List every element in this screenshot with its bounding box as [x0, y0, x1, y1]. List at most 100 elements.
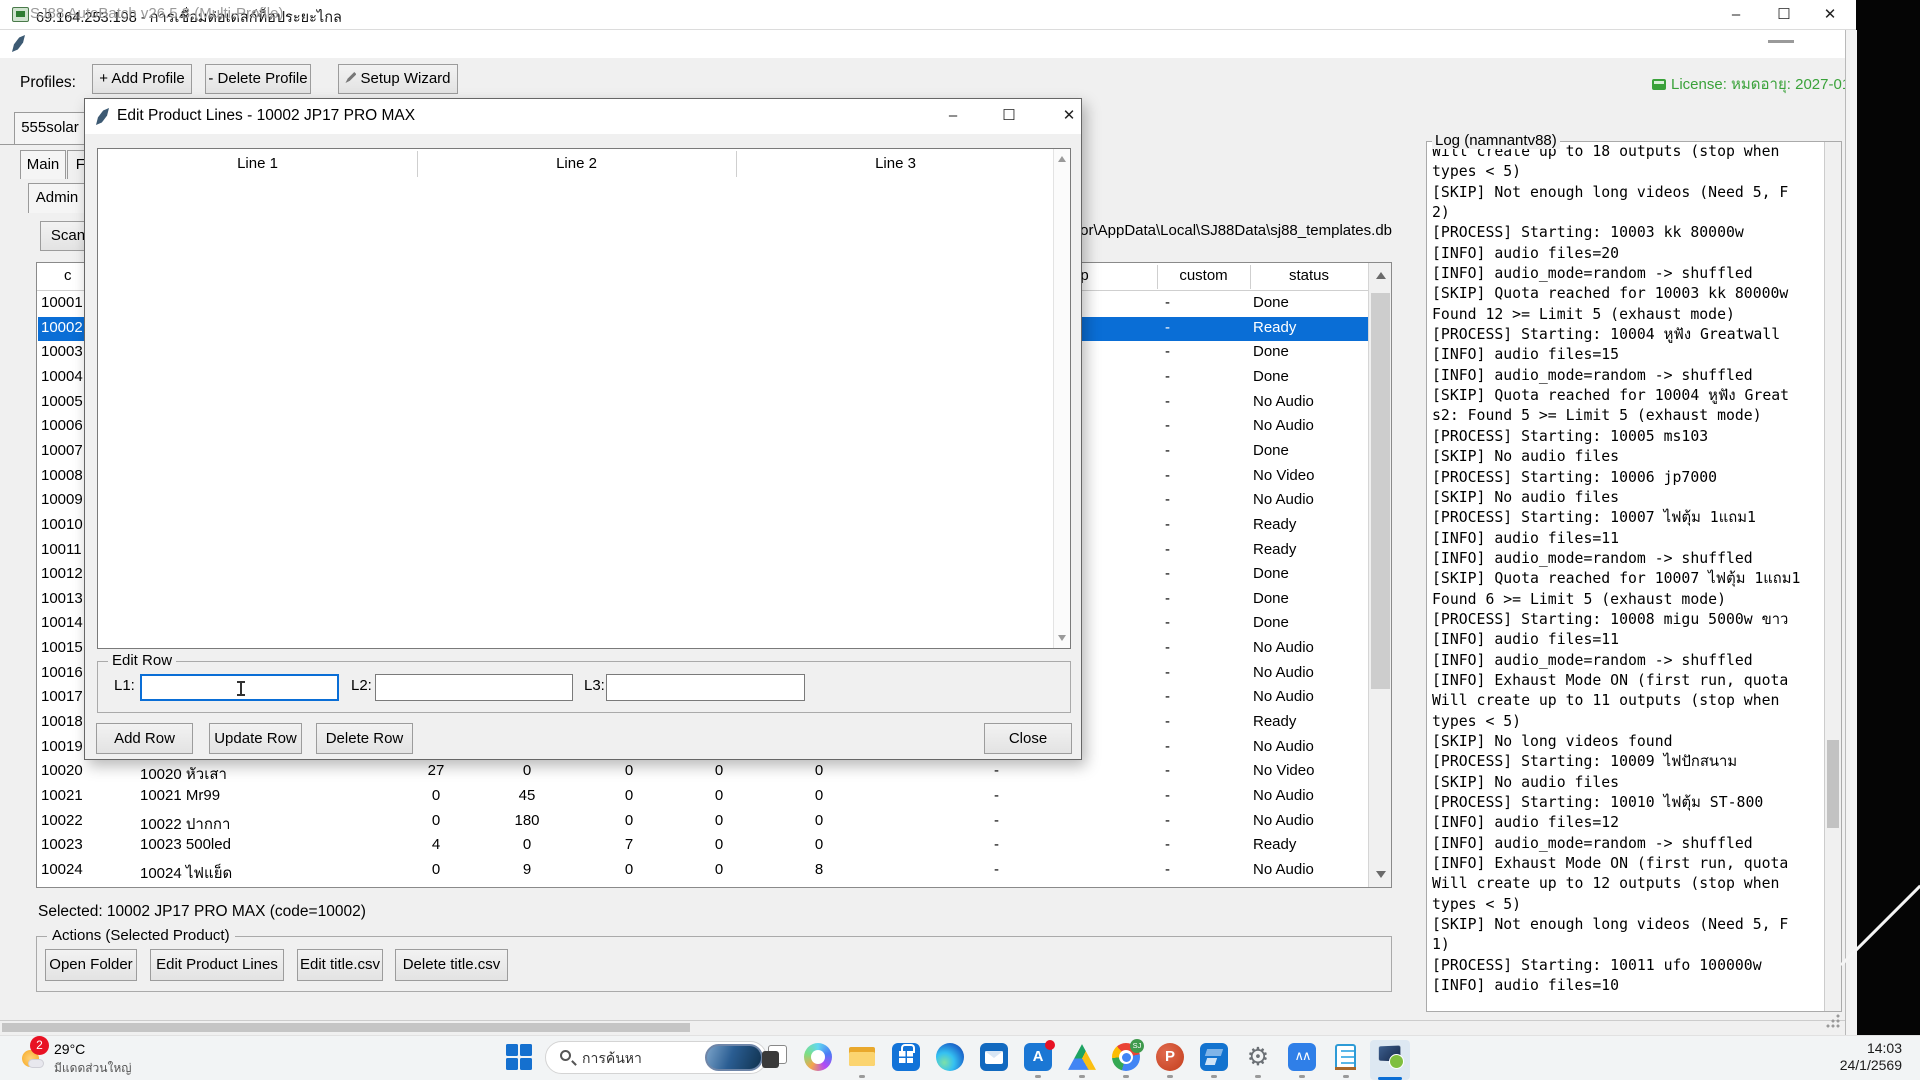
cell-code: 10024 [41, 861, 83, 878]
cell-c5: 8 [779, 861, 859, 878]
table-row[interactable]: 1002210022 ปากกา0180000--No Audio [38, 810, 1368, 835]
dialog-maximize-button[interactable]: ☐ [987, 99, 1031, 133]
l1-input[interactable] [140, 674, 339, 701]
delete-row-button[interactable]: Delete Row [316, 723, 413, 754]
settings-icon[interactable]: ⚙ [1244, 1043, 1272, 1078]
running-indicator [1035, 1075, 1041, 1078]
weather-widget[interactable]: 2 29°C มีแดดส่วนใหญ่ [14, 1038, 189, 1079]
log-line: [SKIP] No audio files [1427, 773, 1824, 793]
m365-icon[interactable]: ∧∧ [1288, 1043, 1316, 1078]
scroll-up-icon[interactable] [1058, 156, 1066, 162]
column-line2[interactable]: Line 2 [417, 155, 736, 172]
log-line: [INFO] audio files=12 [1427, 813, 1824, 833]
l2-input[interactable] [375, 674, 573, 701]
cell-status: No Audio [1253, 812, 1314, 829]
cell-code: 10020 [41, 762, 83, 779]
task-view-icon[interactable] [760, 1043, 788, 1078]
cell-c3: 0 [589, 762, 669, 779]
table-row[interactable]: 1002310023 500led40700--Ready [38, 834, 1368, 859]
cell-name: 10023 500led [140, 836, 231, 853]
taskbar-clock[interactable]: 14:03 24/1/2569 [1760, 1040, 1902, 1074]
table-row[interactable]: 1002110021 Mr99045000--No Audio [38, 785, 1368, 810]
horizontal-scrollbar-thumb[interactable] [2, 1023, 690, 1032]
file-explorer-icon[interactable] [848, 1043, 876, 1078]
close-button[interactable]: Close [984, 723, 1072, 754]
add-row-button[interactable]: Add Row [96, 723, 193, 754]
log-scrollbar-thumb[interactable] [1827, 740, 1839, 828]
tab-main[interactable]: Main [20, 150, 66, 179]
log-line: [PROCESS] Starting: 10004 หูฟัง Greatwal… [1427, 325, 1824, 345]
header-custom[interactable]: custom [1157, 267, 1250, 284]
cell-name: 10021 Mr99 [140, 787, 220, 804]
table-row[interactable]: 1002410024 ไฟแย็ด09008--No Audio [38, 859, 1368, 884]
dialog-close-button[interactable]: ✕ [1047, 99, 1091, 133]
log-scrollbar[interactable] [1824, 142, 1841, 1011]
powerpoint-icon[interactable]: P [1156, 1043, 1184, 1078]
scroll-up-icon[interactable] [1376, 272, 1386, 279]
remote-minimize-button[interactable]: – [1714, 0, 1758, 29]
log-line: [SKIP] Quota reached for 10003 kk 80000w [1427, 284, 1824, 304]
remote-close-button[interactable]: ✕ [1808, 0, 1852, 29]
cell-custom: - [1165, 688, 1170, 705]
start-button[interactable] [505, 1043, 533, 1071]
column-line3[interactable]: Line 3 [736, 155, 1055, 172]
edit-title-csv-button[interactable]: Edit title.csv [297, 949, 383, 981]
tab-profile-555solar[interactable]: 555solar [14, 112, 86, 144]
l3-input[interactable] [606, 674, 805, 701]
edge-icon[interactable] [936, 1043, 964, 1078]
log-line: [INFO] Exhaust Mode ON (first run, quota [1427, 854, 1824, 874]
header-code[interactable]: c [64, 267, 72, 284]
edit-row-label: Edit Row [108, 652, 176, 669]
scroll-down-icon[interactable] [1058, 635, 1066, 641]
edit-product-lines-button[interactable]: Edit Product Lines [150, 949, 284, 981]
header-status[interactable]: status [1250, 267, 1368, 284]
outlook-icon[interactable] [980, 1043, 1008, 1078]
lines-list-scrollbar[interactable] [1053, 149, 1070, 648]
clipchamp-icon[interactable] [1200, 1043, 1228, 1078]
horizontal-scrollbar[interactable] [0, 1020, 1845, 1033]
lines-list[interactable]: Line 1 Line 2 Line 3 [97, 148, 1071, 649]
remote-maximize-button[interactable]: ☐ [1762, 0, 1806, 29]
resize-grip[interactable] [1824, 1012, 1842, 1030]
cell-custom: - [1165, 762, 1170, 779]
running-indicator [1255, 1075, 1261, 1078]
dialog-titlebar[interactable]: Edit Product Lines - 10002 JP17 PRO MAX … [85, 99, 1081, 134]
l3-label: L3: [584, 677, 605, 694]
update-row-button[interactable]: Update Row [209, 723, 302, 754]
chrome-icon[interactable]: SJ [1112, 1043, 1140, 1078]
delete-title-csv-button[interactable]: Delete title.csv [395, 949, 508, 981]
windows-logo-icon [506, 1044, 518, 1056]
open-folder-button[interactable]: Open Folder [45, 949, 137, 981]
dialog-minimize-button[interactable]: – [931, 99, 975, 133]
add-profile-button[interactable]: + Add Profile [92, 64, 192, 94]
search-icon [560, 1050, 571, 1061]
google-drive-icon[interactable] [1068, 1043, 1096, 1078]
cell-custom: - [1165, 294, 1170, 311]
cell-code: 10001 [41, 294, 83, 311]
cell-code: 10012 [41, 565, 83, 582]
cell-c2: 180 [487, 812, 567, 829]
log-line: [INFO] audio_mode=random -> shuffled [1427, 366, 1824, 386]
cell-c5: 0 [779, 836, 859, 853]
delete-profile-button[interactable]: - Delete Profile [205, 64, 311, 94]
remote-desktop-icon[interactable] [1370, 1040, 1410, 1080]
cell-code: 10011 [41, 541, 82, 558]
copilot-icon[interactable] [804, 1043, 832, 1078]
pencil-icon [345, 72, 356, 83]
log-output[interactable]: Will create up to 18 outputs (stop whent… [1427, 142, 1824, 1011]
cell-custom: - [1165, 368, 1170, 385]
cell-status: Ready [1253, 319, 1296, 336]
table-scrollbar-thumb[interactable] [1371, 293, 1390, 689]
table-scrollbar[interactable] [1368, 263, 1391, 887]
app-a-icon[interactable]: A [1024, 1043, 1052, 1078]
store-icon[interactable] [892, 1043, 920, 1078]
tab-admin[interactable]: Admin [28, 183, 86, 213]
setup-wizard-button[interactable]: Setup Wizard [338, 64, 458, 94]
table-row[interactable]: 1002010020 หัวเสา270000--No Video [38, 760, 1368, 785]
notepad-icon[interactable] [1332, 1043, 1360, 1078]
cell-status: Done [1253, 565, 1289, 582]
column-line1[interactable]: Line 1 [98, 155, 417, 172]
search-box[interactable]: การค้นหา [545, 1041, 767, 1074]
app-minimize-button[interactable] [1768, 40, 1794, 43]
scroll-down-icon[interactable] [1376, 871, 1386, 878]
